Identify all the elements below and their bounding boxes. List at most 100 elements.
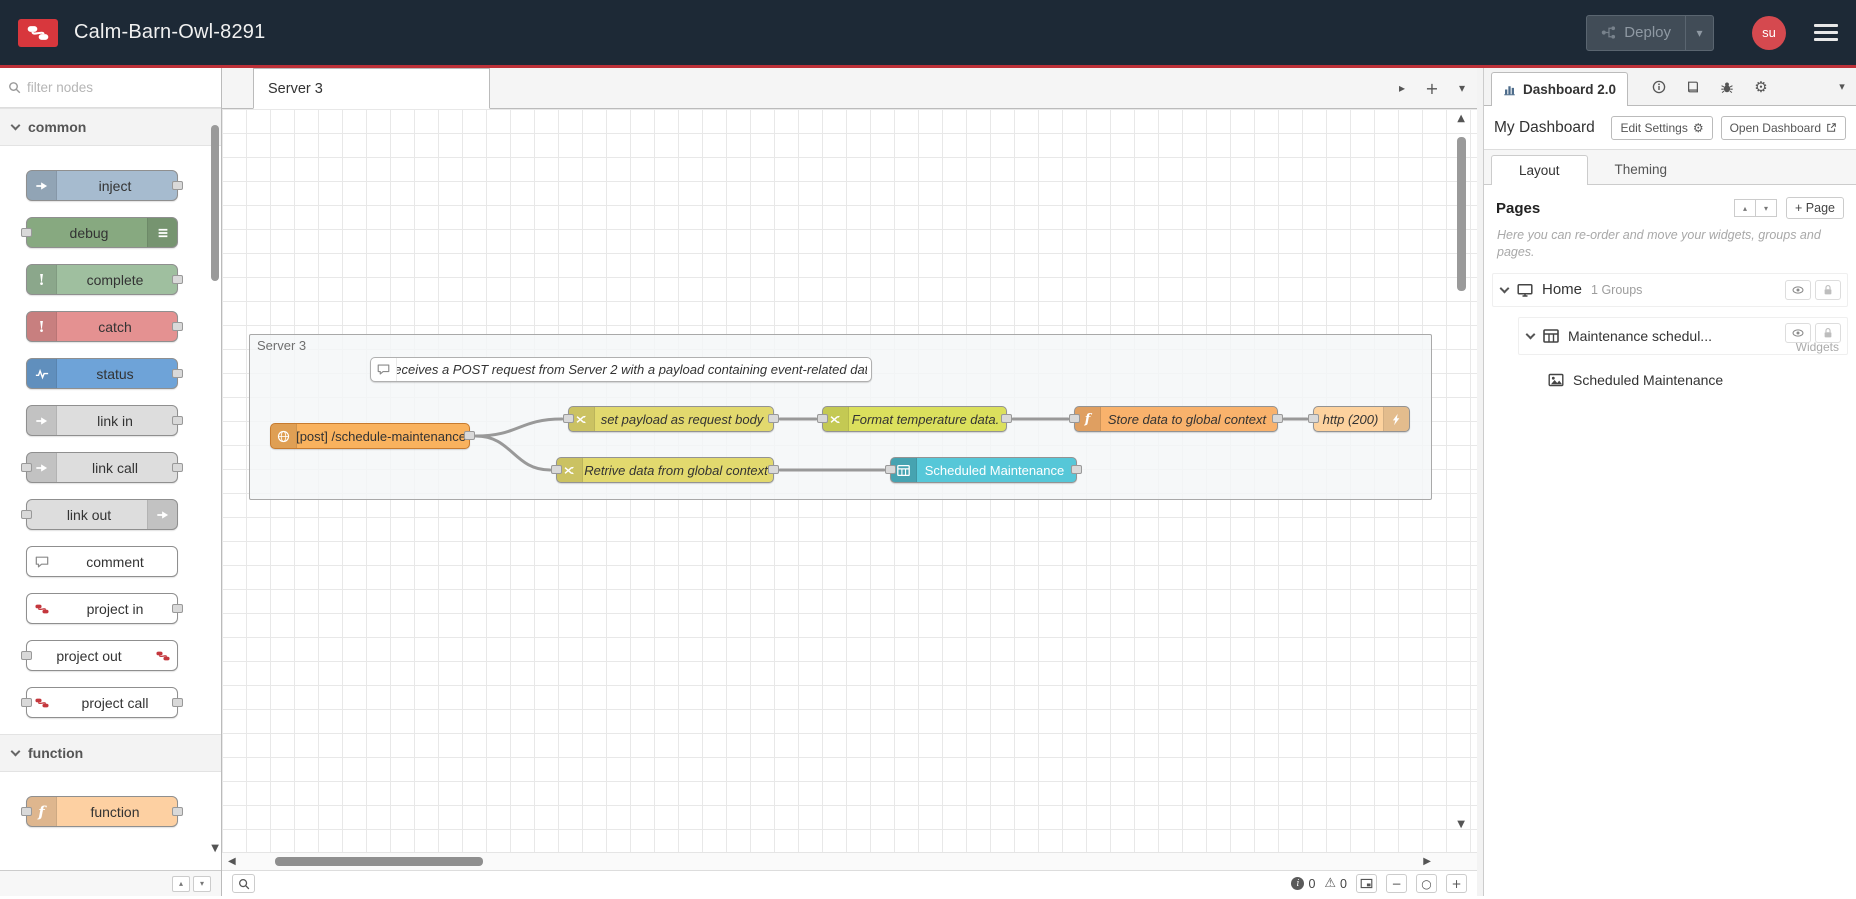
lock-button[interactable]	[1815, 279, 1841, 300]
output-port[interactable]	[172, 603, 183, 613]
tab-scroll-right-button[interactable]: ▸	[1387, 68, 1417, 108]
palette-node-project-out[interactable]: project out	[21, 640, 178, 671]
palette-node-inject[interactable]: inject	[26, 170, 183, 201]
canvas-hscrollbar-thumb[interactable]	[275, 857, 483, 866]
deploy-button[interactable]: Deploy ▾	[1586, 14, 1714, 51]
palette-scrollbar-thumb[interactable]	[211, 125, 219, 281]
visibility-button[interactable]	[1785, 279, 1811, 300]
input-port[interactable]	[817, 414, 828, 423]
add-flow-button[interactable]: +	[1417, 68, 1447, 108]
palette-node-project-in[interactable]: project in	[26, 593, 183, 624]
sidebar-resize-handle[interactable]	[1477, 68, 1484, 896]
output-port[interactable]	[1001, 414, 1012, 423]
palette-collapse-down-button[interactable]: ▾	[193, 875, 211, 892]
canvas-scroll-down-icon[interactable]: ▼	[1457, 819, 1465, 830]
output-port[interactable]	[172, 321, 183, 331]
palette-collapse-up-button[interactable]: ▴	[172, 875, 190, 892]
palette-node-comment[interactable]: comment	[26, 546, 178, 577]
chevron-down-icon[interactable]	[1499, 283, 1510, 294]
add-page-button[interactable]: + Page	[1786, 197, 1844, 219]
output-port[interactable]	[768, 414, 779, 423]
minimap-toggle-button[interactable]	[1356, 874, 1377, 893]
input-port[interactable]	[1308, 414, 1319, 423]
palette-scroll-down-icon[interactable]: ▼	[211, 843, 219, 854]
canvas-vscrollbar-thumb[interactable]	[1457, 137, 1466, 291]
palette-node-link-in[interactable]: link in	[26, 405, 183, 436]
node-change-retrieve-global[interactable]: Retrive data from global context	[551, 457, 779, 483]
output-port[interactable]	[172, 415, 183, 425]
user-avatar[interactable]: su	[1752, 15, 1786, 50]
tree-item-page-home[interactable]: Home 1 Groups	[1492, 272, 1848, 307]
input-port[interactable]	[21, 509, 32, 519]
tab-config[interactable]: ⚙	[1744, 72, 1778, 102]
zoom-reset-button[interactable]: ○	[1416, 874, 1437, 893]
chevron-down-icon[interactable]	[1525, 329, 1536, 340]
palette-node-project-call[interactable]: project call	[21, 687, 183, 718]
output-port[interactable]	[172, 697, 183, 707]
node-change-set-payload[interactable]: set payload as request body	[563, 406, 779, 432]
palette-search-input[interactable]	[27, 80, 213, 95]
sidebar-tab-menu-button[interactable]: ▾	[1828, 80, 1856, 93]
tab-dashboard-2[interactable]: Dashboard 2.0	[1491, 72, 1629, 106]
tree-item-widget-scheduled-maintenance[interactable]: Scheduled Maintenance	[1540, 364, 1848, 395]
input-port[interactable]	[885, 465, 896, 474]
tab-info[interactable]	[1642, 72, 1676, 102]
canvas-scroll-left-icon[interactable]: ◀	[228, 856, 236, 867]
output-port[interactable]	[464, 431, 475, 440]
node-ui-table[interactable]: Scheduled Maintenance	[885, 457, 1082, 483]
palette-node-link-out[interactable]: link out	[21, 499, 178, 530]
canvas-scroll-up-icon[interactable]: ▲	[1457, 113, 1465, 124]
canvas-search-button[interactable]	[232, 874, 255, 893]
output-port[interactable]	[172, 806, 183, 816]
visibility-button[interactable]	[1785, 322, 1811, 343]
output-port[interactable]	[172, 462, 183, 472]
lock-button[interactable]	[1815, 322, 1841, 343]
collapse-all-button[interactable]: ▴	[1734, 199, 1757, 217]
node-function-store-global[interactable]: f Store data to global context	[1069, 406, 1283, 432]
input-port[interactable]	[21, 650, 32, 660]
deploy-options-button[interactable]: ▾	[1685, 15, 1713, 50]
palette-node-complete[interactable]: ! complete	[26, 264, 183, 295]
canvas-hscrollbar[interactable]: ◀ ▶	[222, 852, 1477, 870]
palette-category-common[interactable]: common	[0, 108, 221, 146]
node-http-response[interactable]: http (200)	[1308, 406, 1410, 432]
zoom-out-button[interactable]: −	[1386, 874, 1407, 893]
input-port[interactable]	[21, 227, 32, 237]
output-port[interactable]	[1272, 414, 1283, 423]
tab-server-3[interactable]: Server 3	[253, 68, 490, 109]
output-port[interactable]	[768, 465, 779, 474]
tree-item-group-maintenance[interactable]: Maintenance schedul... 1 Widgets	[1518, 316, 1848, 355]
palette-node-catch[interactable]: ! catch	[26, 311, 183, 342]
tab-help[interactable]	[1676, 72, 1710, 102]
output-port[interactable]	[172, 368, 183, 378]
flow-canvas[interactable]: Server 3 Receives a POST request from Se…	[222, 109, 1477, 852]
menu-button[interactable]	[1814, 24, 1838, 41]
zoom-in-button[interactable]: +	[1446, 874, 1467, 893]
open-dashboard-button[interactable]: Open Dashboard	[1720, 115, 1846, 140]
palette-node-link-call[interactable]: link call	[21, 452, 183, 483]
input-port[interactable]	[21, 462, 32, 472]
node-http-in[interactable]: [post] /schedule-maintenance	[270, 423, 475, 449]
input-port[interactable]	[563, 414, 574, 423]
tab-debug[interactable]	[1710, 72, 1744, 102]
input-port[interactable]	[21, 806, 32, 816]
node-change-format-temperature[interactable]: Format temperature data.	[817, 406, 1012, 432]
output-port[interactable]	[1071, 465, 1082, 474]
palette-node-function[interactable]: f function	[21, 796, 183, 827]
input-port[interactable]	[551, 465, 562, 474]
palette-category-function[interactable]: function	[0, 734, 221, 772]
input-port[interactable]	[21, 697, 32, 707]
tab-theming[interactable]: Theming	[1588, 155, 1695, 184]
output-port[interactable]	[172, 180, 183, 190]
palette-node-debug[interactable]: debug	[21, 217, 178, 248]
canvas-scroll-right-icon[interactable]: ▶	[1423, 856, 1431, 867]
palette-search[interactable]	[0, 68, 221, 108]
palette-node-status[interactable]: status	[26, 358, 183, 389]
output-port[interactable]	[172, 274, 183, 284]
flow-list-button[interactable]: ▾	[1447, 68, 1477, 108]
tab-layout[interactable]: Layout	[1491, 155, 1588, 185]
expand-all-button[interactable]: ▾	[1755, 199, 1778, 217]
comment-node[interactable]: Receives a POST request from Server 2 wi…	[370, 357, 872, 382]
input-port[interactable]	[1069, 414, 1080, 423]
edit-settings-button[interactable]: Edit Settings ⚙	[1611, 115, 1713, 140]
